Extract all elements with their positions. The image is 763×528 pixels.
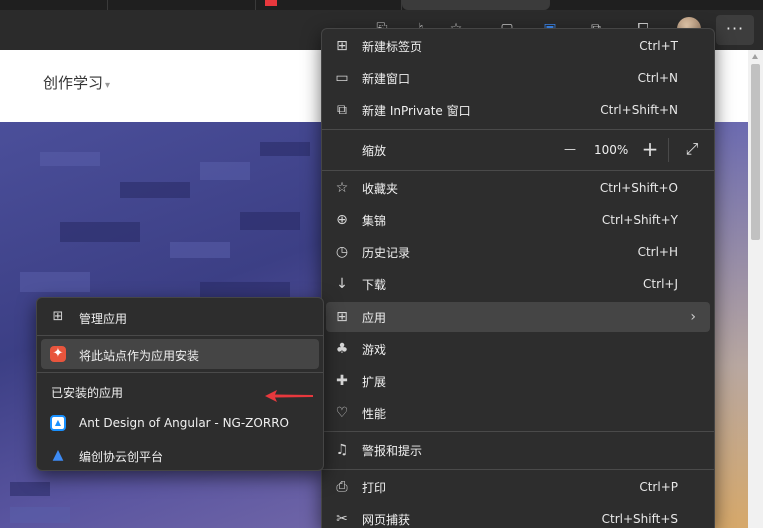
menu-item-collections[interactable]: ⊕ 集锦 Ctrl+Shift+Y (326, 205, 710, 235)
menu-item-shortcut: Ctrl+Shift+Y (601, 213, 678, 227)
app-logo-icon: ▲ (52, 447, 64, 463)
new-tab-icon: ⊞ (336, 38, 348, 54)
menu-item-label: 下载 (362, 277, 387, 292)
tab-active[interactable] (402, 0, 550, 10)
menu-item-shortcut: Ctrl+P (639, 480, 678, 494)
menu-item-shortcut: Ctrl+T (639, 39, 678, 53)
menu-item-shortcut: Ctrl+Shift+S (601, 512, 678, 526)
menu-item-label: 历史记录 (362, 245, 411, 260)
menu-item-alerts[interactable]: ♫ 警报和提示 (326, 435, 710, 465)
menu-item-extensions[interactable]: ✚ 扩展 (326, 366, 710, 396)
apps-icon: ⊞ (336, 309, 348, 325)
games-icon: ♣ (335, 341, 349, 357)
download-icon: ↓ (336, 276, 348, 292)
zoom-out-button[interactable]: — (560, 139, 580, 159)
menu-item-label: 新建窗口 (362, 71, 411, 86)
menu-divider (322, 469, 714, 470)
installed-apps-heading: 已安装的应用 (51, 386, 124, 400)
chevron-right-icon: › (690, 309, 696, 325)
scroll-thumb[interactable] (751, 64, 760, 240)
tab-favicon-icon (265, 0, 277, 6)
site-nav-label: 创作学习 (43, 74, 104, 92)
manage-apps-item[interactable]: ⊞ 管理应用 (41, 302, 319, 332)
performance-icon: ♡ (335, 405, 349, 421)
zoom-in-button[interactable]: + (640, 139, 660, 159)
menu-item-label: 打印 (362, 480, 387, 495)
menu-item-zoom: 缩放 — 100% + ⤢ (326, 135, 710, 165)
red-arrow-annotation (265, 390, 313, 402)
menu-item-inprivate[interactable]: ⧉ 新建 InPrivate 窗口 Ctrl+Shift+N (326, 95, 710, 125)
ng-zorro-logo-icon: ▲ (50, 415, 66, 431)
install-site-label: 将此站点作为应用安装 (79, 349, 200, 363)
menu-item-favorites[interactable]: ☆ 收藏夹 Ctrl+Shift+O (326, 173, 710, 203)
zoom-divider (668, 138, 669, 162)
favorites-icon: ☆ (335, 180, 349, 196)
new-window-icon: ▭ (335, 70, 349, 86)
fullscreen-icon[interactable]: ⤢ (682, 139, 702, 159)
menu-item-downloads[interactable]: ↓ 下载 Ctrl+J (326, 269, 710, 299)
settings-menu: ⊞ 新建标签页 Ctrl+T ▭ 新建窗口 Ctrl+N ⧉ 新建 InPriv… (321, 28, 715, 528)
inprivate-icon: ⧉ (337, 102, 347, 118)
menu-item-new-tab[interactable]: ⊞ 新建标签页 Ctrl+T (326, 31, 710, 61)
scroll-up-icon[interactable] (752, 54, 758, 59)
menu-item-label: 游戏 (362, 342, 387, 357)
menu-item-shortcut: Ctrl+H (637, 245, 678, 259)
menu-item-label: 网页捕获 (362, 512, 411, 527)
install-site-as-app-item[interactable]: ✦ 将此站点作为应用安装 (41, 339, 319, 402)
print-icon: ⎙ (336, 479, 348, 495)
installed-app-item[interactable]: ▲ 编创协云创平台 (41, 440, 319, 470)
installed-app-label: 编创协云创平台 (79, 450, 164, 464)
tab[interactable] (0, 0, 108, 10)
menu-divider (37, 372, 323, 373)
menu-item-label: 新建标签页 (362, 39, 423, 54)
menu-item-games[interactable]: ♣ 游戏 (326, 334, 710, 364)
extensions-icon: ✚ (336, 373, 348, 389)
menu-item-shortcut: Ctrl+Shift+N (600, 103, 678, 117)
site-nav-item[interactable]: 创作学习 ▾ (43, 72, 110, 93)
menu-item-web-capture[interactable]: ✂ 网页捕获 Ctrl+Shift+S (326, 504, 710, 528)
web-capture-icon: ✂ (336, 511, 348, 527)
tab[interactable] (256, 0, 402, 10)
menu-item-shortcut: Ctrl+N (637, 71, 678, 85)
menu-item-label: 性能 (362, 406, 387, 421)
settings-more-button[interactable]: ··· (716, 15, 754, 45)
menu-item-label: 应用 (362, 310, 387, 325)
chevron-down-icon: ▾ (105, 80, 111, 91)
menu-item-history[interactable]: ◷ 历史记录 Ctrl+H (326, 237, 710, 267)
menu-item-performance[interactable]: ♡ 性能 (326, 398, 710, 428)
apps-submenu: ⊞ 管理应用 ✦ 将此站点作为应用安装 已安装的应用 ▲ Ant Design … (36, 297, 324, 471)
menu-item-label: 收藏夹 (362, 181, 399, 196)
alerts-icon: ♫ (335, 442, 349, 458)
menu-item-label: 警报和提示 (362, 443, 423, 458)
tab[interactable] (108, 0, 256, 10)
menu-divider (322, 129, 714, 130)
menu-item-label: 缩放 (362, 143, 387, 158)
menu-item-label: 集锦 (362, 213, 387, 228)
history-icon: ◷ (335, 244, 349, 260)
menu-item-shortcut: Ctrl+J (643, 277, 678, 291)
installed-app-item[interactable]: ▲ Ant Design of Angular - NG-ZORRO (41, 408, 319, 438)
menu-item-new-window[interactable]: ▭ 新建窗口 Ctrl+N (326, 63, 710, 93)
menu-item-shortcut: Ctrl+Shift+O (599, 181, 678, 195)
collections-icon: ⊕ (336, 212, 348, 228)
tab-strip (0, 0, 763, 10)
site-favicon-icon: ✦ (50, 346, 66, 362)
menu-divider (37, 335, 323, 336)
menu-divider (322, 170, 714, 171)
menu-divider (322, 431, 714, 432)
installed-app-label: Ant Design of Angular - NG-ZORRO (79, 416, 289, 430)
menu-item-label: 扩展 (362, 374, 387, 389)
menu-item-apps[interactable]: ⊞ 应用 › (326, 302, 710, 332)
manage-apps-label: 管理应用 (79, 312, 128, 326)
hero-image-edge (715, 122, 748, 528)
zoom-level: 100% (594, 143, 629, 157)
menu-item-label: 新建 InPrivate 窗口 (362, 103, 471, 118)
page-scrollbar[interactable] (748, 50, 763, 528)
menu-item-print[interactable]: ⎙ 打印 Ctrl+P (326, 472, 710, 502)
apps-icon: ⊞ (52, 309, 64, 324)
